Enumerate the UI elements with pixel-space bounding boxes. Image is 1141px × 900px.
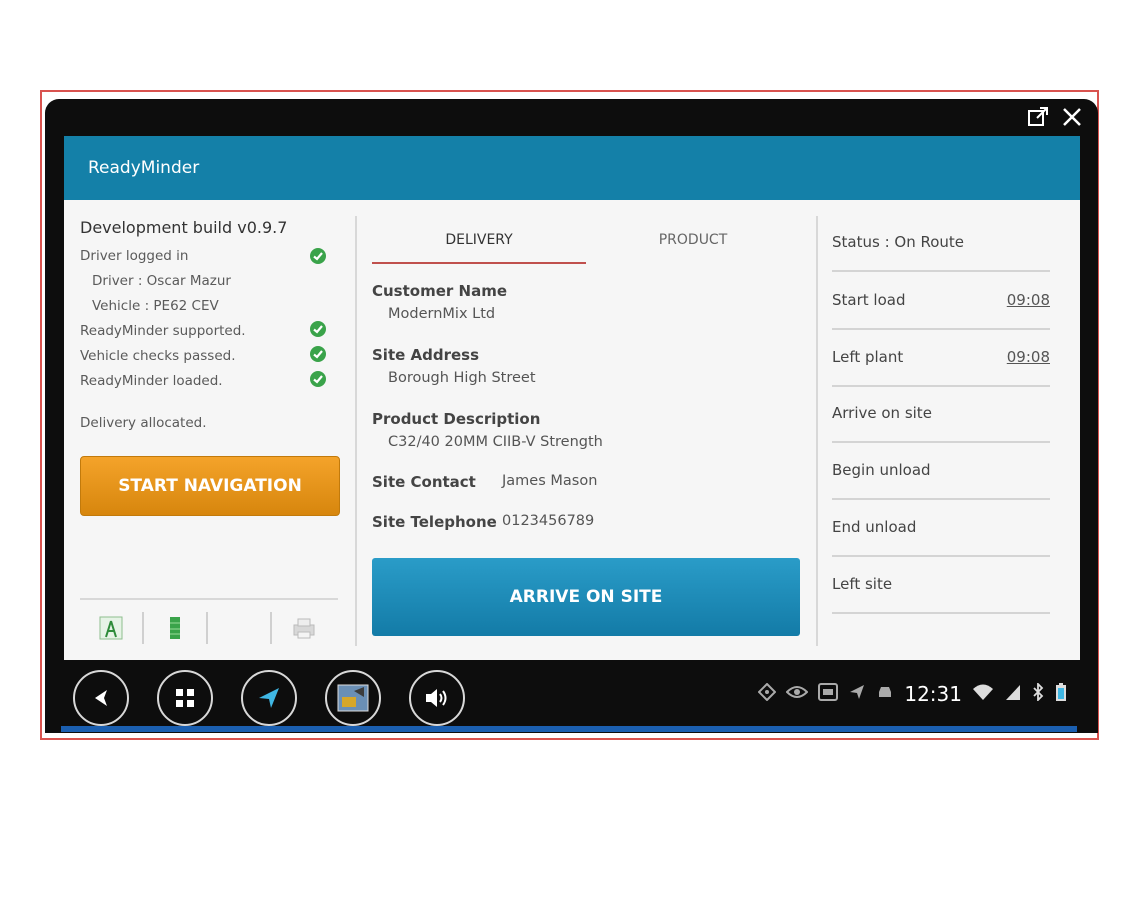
bottom-accent-bar [61, 726, 1077, 732]
app-title: ReadyMinder [88, 158, 200, 178]
status-row: Status : On Route [832, 214, 1050, 272]
check-circle-icon [310, 346, 326, 362]
tool-row [80, 610, 338, 646]
customer-name-value: ModernMix Ltd [388, 306, 496, 322]
screen-cast-icon [818, 683, 839, 705]
delivery-panel: DELIVERY PRODUCT Customer Name ModernMix… [356, 200, 816, 660]
back-arrow-icon[interactable] [73, 670, 129, 726]
timeline-label: End unload [832, 518, 917, 536]
timeline-label: Start load [832, 291, 906, 309]
system-nav-bar: 12:31 [45, 660, 1098, 733]
status-supported: ReadyMinder supported. [80, 323, 246, 339]
volume-icon[interactable] [409, 670, 465, 726]
system-clock: 12:31 [904, 682, 962, 706]
timeline-label: Left plant [832, 348, 904, 366]
gallery-thumbnail-icon[interactable] [325, 670, 381, 726]
site-telephone-label: Site Telephone [372, 513, 497, 531]
timeline-time: 09:08 [1006, 348, 1050, 366]
app-bar: ReadyMinder [64, 136, 1080, 200]
product-description-value: C32/40 20MM CIIB-V Strength [388, 434, 603, 450]
site-contact-label: Site Contact [372, 473, 476, 491]
printer-icon[interactable] [272, 612, 336, 644]
eye-icon [785, 684, 809, 704]
timeline-panel: Status : On Route Start load 09:08 Left … [816, 200, 1080, 660]
battery-status-icon [1054, 682, 1068, 706]
tab-bar: DELIVERY PRODUCT [372, 218, 800, 264]
status-driver-logged: Driver logged in [80, 248, 189, 264]
close-icon[interactable] [1060, 105, 1084, 129]
location-diamond-icon [757, 682, 777, 705]
customer-name-label: Customer Name [372, 282, 507, 300]
site-contact-value: James Mason [502, 473, 598, 489]
window-controls [1026, 105, 1084, 129]
timeline-time: 09:08 [1006, 291, 1050, 309]
tab-delivery[interactable]: DELIVERY [372, 218, 586, 264]
status-loaded: ReadyMinder loaded. [80, 373, 223, 389]
navigation-small-icon [848, 683, 866, 705]
site-address-label: Site Address [372, 346, 480, 364]
timeline-row[interactable]: End unload [832, 499, 1050, 557]
status-driver-name: Driver : Oscar Mazur [92, 273, 231, 289]
timeline-row[interactable]: Arrive on site [832, 385, 1050, 443]
apps-grid-icon[interactable] [157, 670, 213, 726]
status-text: Status : On Route [832, 233, 965, 251]
timeline-row[interactable]: Begin unload [832, 442, 1050, 500]
signal-tower-icon[interactable] [80, 612, 144, 644]
cell-signal-icon [1004, 683, 1022, 705]
start-navigation-button[interactable]: START NAVIGATION [80, 456, 340, 516]
navigation-arrow-icon[interactable] [241, 670, 297, 726]
timeline-label: Left site [832, 575, 893, 593]
empty-slot [208, 612, 272, 644]
screenshot-frame: ReadyMinder Development build v0.9.7 Dri… [40, 90, 1099, 740]
tab-product[interactable]: PRODUCT [586, 218, 800, 262]
left-panel: Development build v0.9.7 Driver logged i… [64, 200, 356, 660]
divider [80, 598, 338, 600]
build-version: Development build v0.9.7 [80, 218, 288, 237]
product-description-label: Product Description [372, 410, 541, 428]
wifi-icon [972, 683, 994, 705]
arrive-on-site-button[interactable]: ARRIVE ON SITE [372, 558, 800, 636]
delivery-status: Delivery allocated. [80, 415, 207, 431]
site-telephone-value: 0123456789 [502, 513, 595, 529]
status-icons: 12:31 [757, 681, 1068, 706]
check-circle-icon [310, 321, 326, 337]
battery-icon[interactable] [144, 612, 208, 644]
site-address-value: Borough High Street [388, 370, 536, 386]
status-checks-passed: Vehicle checks passed. [80, 348, 236, 364]
timeline-row[interactable]: Start load 09:08 [832, 272, 1050, 330]
timeline-label: Arrive on site [832, 404, 932, 422]
app-screen: ReadyMinder Development build v0.9.7 Dri… [64, 136, 1080, 660]
device-window: ReadyMinder Development build v0.9.7 Dri… [45, 99, 1098, 733]
timeline-label: Begin unload [832, 461, 931, 479]
timeline-row[interactable]: Left plant 09:08 [832, 329, 1050, 387]
external-link-icon[interactable] [1026, 105, 1050, 129]
car-icon [876, 684, 894, 704]
bluetooth-icon [1032, 681, 1044, 705]
check-circle-icon [310, 248, 326, 264]
check-circle-icon [310, 371, 326, 387]
status-vehicle: Vehicle : PE62 CEV [92, 298, 219, 314]
timeline-row[interactable]: Left site [832, 556, 1050, 614]
